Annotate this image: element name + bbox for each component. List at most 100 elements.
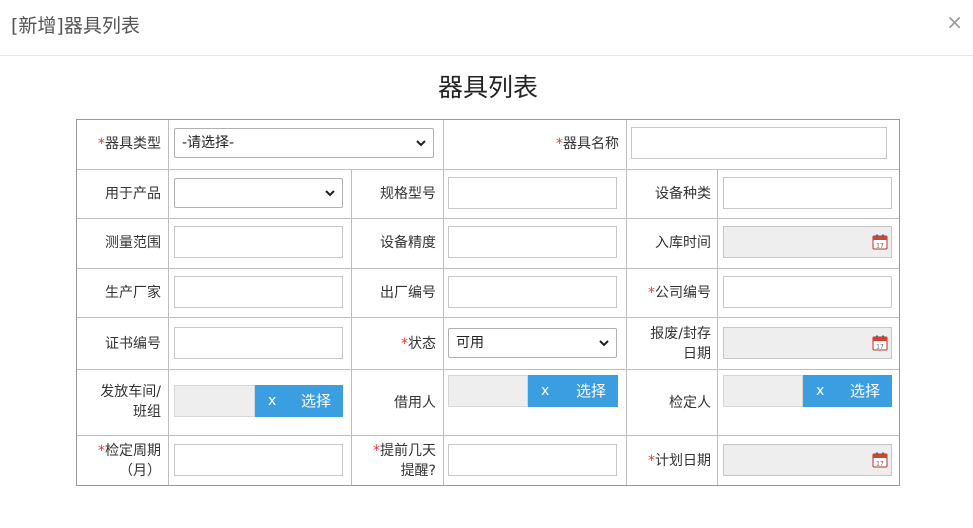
borrower-picker-button[interactable]: x 选择 [528, 375, 618, 407]
required-mark: * [648, 285, 655, 301]
label-text: 设备种类 [655, 186, 711, 202]
grid-divider [626, 120, 627, 169]
storage-time-date-input[interactable]: 17 [723, 226, 892, 258]
label-text: 状态 [408, 336, 436, 352]
clear-icon[interactable]: x [268, 385, 276, 417]
label-issue-workshop: 发放车间/班组 [78, 382, 161, 422]
label-text: 入库时间 [655, 235, 711, 251]
label-text: 提前几天 [380, 443, 436, 459]
svg-text:17: 17 [876, 461, 884, 468]
grid-divider [77, 435, 899, 436]
label-advance-reminder: *提前几天提醒? [353, 441, 436, 481]
clear-icon[interactable]: x [541, 375, 549, 407]
label-text: 计划日期 [655, 453, 711, 469]
grid-divider [443, 120, 444, 485]
label-plan-date: *计划日期 [628, 451, 711, 471]
company-no-input[interactable] [723, 276, 892, 308]
equip-precision-input[interactable] [448, 226, 617, 258]
label-text: 班组 [133, 404, 161, 420]
label-equip-precision: 设备精度 [353, 233, 436, 253]
label-scrap-date: 报废/封存日期 [628, 324, 711, 364]
label-text: 器具类型 [105, 136, 161, 152]
equip-type-value: -请选择- [182, 135, 235, 151]
measure-range-input[interactable] [174, 226, 343, 258]
grid-divider [717, 169, 718, 485]
label-text: 提醒? [400, 463, 436, 479]
equip-category-input[interactable] [723, 177, 892, 209]
label-text: 设备精度 [380, 235, 436, 251]
equip-name-input[interactable] [631, 127, 887, 159]
borrower-input[interactable] [448, 375, 528, 407]
grid-divider [77, 169, 899, 170]
cert-no-input[interactable] [174, 327, 343, 359]
label-text: 借用人 [394, 395, 436, 411]
issue-workshop-picker-button[interactable]: x 选择 [255, 385, 343, 417]
label-text: 公司编号 [655, 285, 711, 301]
required-mark: * [401, 336, 408, 352]
chevron-down-icon [416, 140, 426, 147]
label-spec-model: 规格型号 [353, 184, 436, 204]
label-text: 规格型号 [380, 186, 436, 202]
required-mark: * [648, 453, 655, 469]
factory-no-input[interactable] [448, 276, 617, 308]
label-text: 日期 [683, 346, 711, 362]
label-inspector: 检定人 [628, 393, 711, 413]
label-text: 出厂编号 [380, 285, 436, 301]
plan-date-input[interactable]: 17 [723, 444, 892, 476]
label-text: 报废/封存 [650, 326, 711, 342]
grid-divider [351, 169, 352, 485]
label-equip-category: 设备种类 [628, 184, 711, 204]
label-text: 测量范围 [105, 235, 161, 251]
advance-reminder-input[interactable] [448, 444, 617, 476]
spec-model-input[interactable] [448, 177, 617, 209]
manufacturer-input[interactable] [174, 276, 343, 308]
inspector-picker-button[interactable]: x 选择 [803, 375, 892, 407]
calendar-icon[interactable]: 17 [872, 335, 888, 351]
label-equip-type: *器具类型 [78, 134, 161, 154]
label-for-product: 用于产品 [78, 184, 161, 204]
close-icon[interactable]: × [946, 10, 963, 34]
label-borrower: 借用人 [353, 393, 436, 413]
for-product-select[interactable] [174, 178, 343, 208]
grid-divider [168, 120, 169, 485]
required-mark: * [98, 136, 105, 152]
grid-divider [77, 317, 899, 318]
grid-divider [77, 268, 899, 269]
label-text: 生产厂家 [105, 285, 161, 301]
label-text: 发放车间/ [100, 384, 161, 400]
grid-divider [626, 169, 627, 485]
label-status: *状态 [353, 334, 436, 354]
inspector-input[interactable] [723, 375, 803, 407]
calendar-icon[interactable]: 17 [872, 234, 888, 250]
inspection-period-input[interactable] [174, 444, 343, 476]
label-factory-no: 出厂编号 [353, 283, 436, 303]
required-mark: * [373, 443, 380, 459]
page-title: 器具列表 [437, 73, 538, 102]
svg-text:17: 17 [876, 243, 884, 250]
label-text: 用于产品 [105, 186, 161, 202]
label-storage-time: 入库时间 [628, 233, 711, 253]
label-company-no: *公司编号 [628, 283, 711, 303]
grid-divider [77, 369, 899, 370]
dialog-title: [新增]器具列表 [11, 15, 140, 37]
label-measure-range: 测量范围 [78, 233, 161, 253]
select-label: 选择 [849, 382, 880, 400]
label-text: （月） [119, 463, 161, 479]
scrap-date-input[interactable]: 17 [723, 327, 892, 359]
clear-icon[interactable]: x [816, 375, 824, 407]
chevron-down-icon [325, 190, 335, 197]
select-label: 选择 [575, 382, 606, 400]
select-label: 选择 [300, 392, 331, 410]
equip-type-select[interactable]: -请选择- [174, 128, 434, 158]
status-select[interactable]: 可用 [448, 328, 617, 358]
required-mark: * [556, 136, 563, 152]
label-manufacturer: 生产厂家 [78, 283, 161, 303]
calendar-icon[interactable]: 17 [872, 452, 888, 468]
label-text: 检定周期 [105, 443, 161, 459]
grid-divider [77, 218, 899, 219]
issue-workshop-input[interactable] [174, 385, 255, 417]
required-mark: * [98, 443, 105, 459]
status-value: 可用 [456, 335, 484, 351]
chevron-down-icon [599, 340, 609, 347]
label-equip-name: *器具名称 [445, 134, 619, 154]
